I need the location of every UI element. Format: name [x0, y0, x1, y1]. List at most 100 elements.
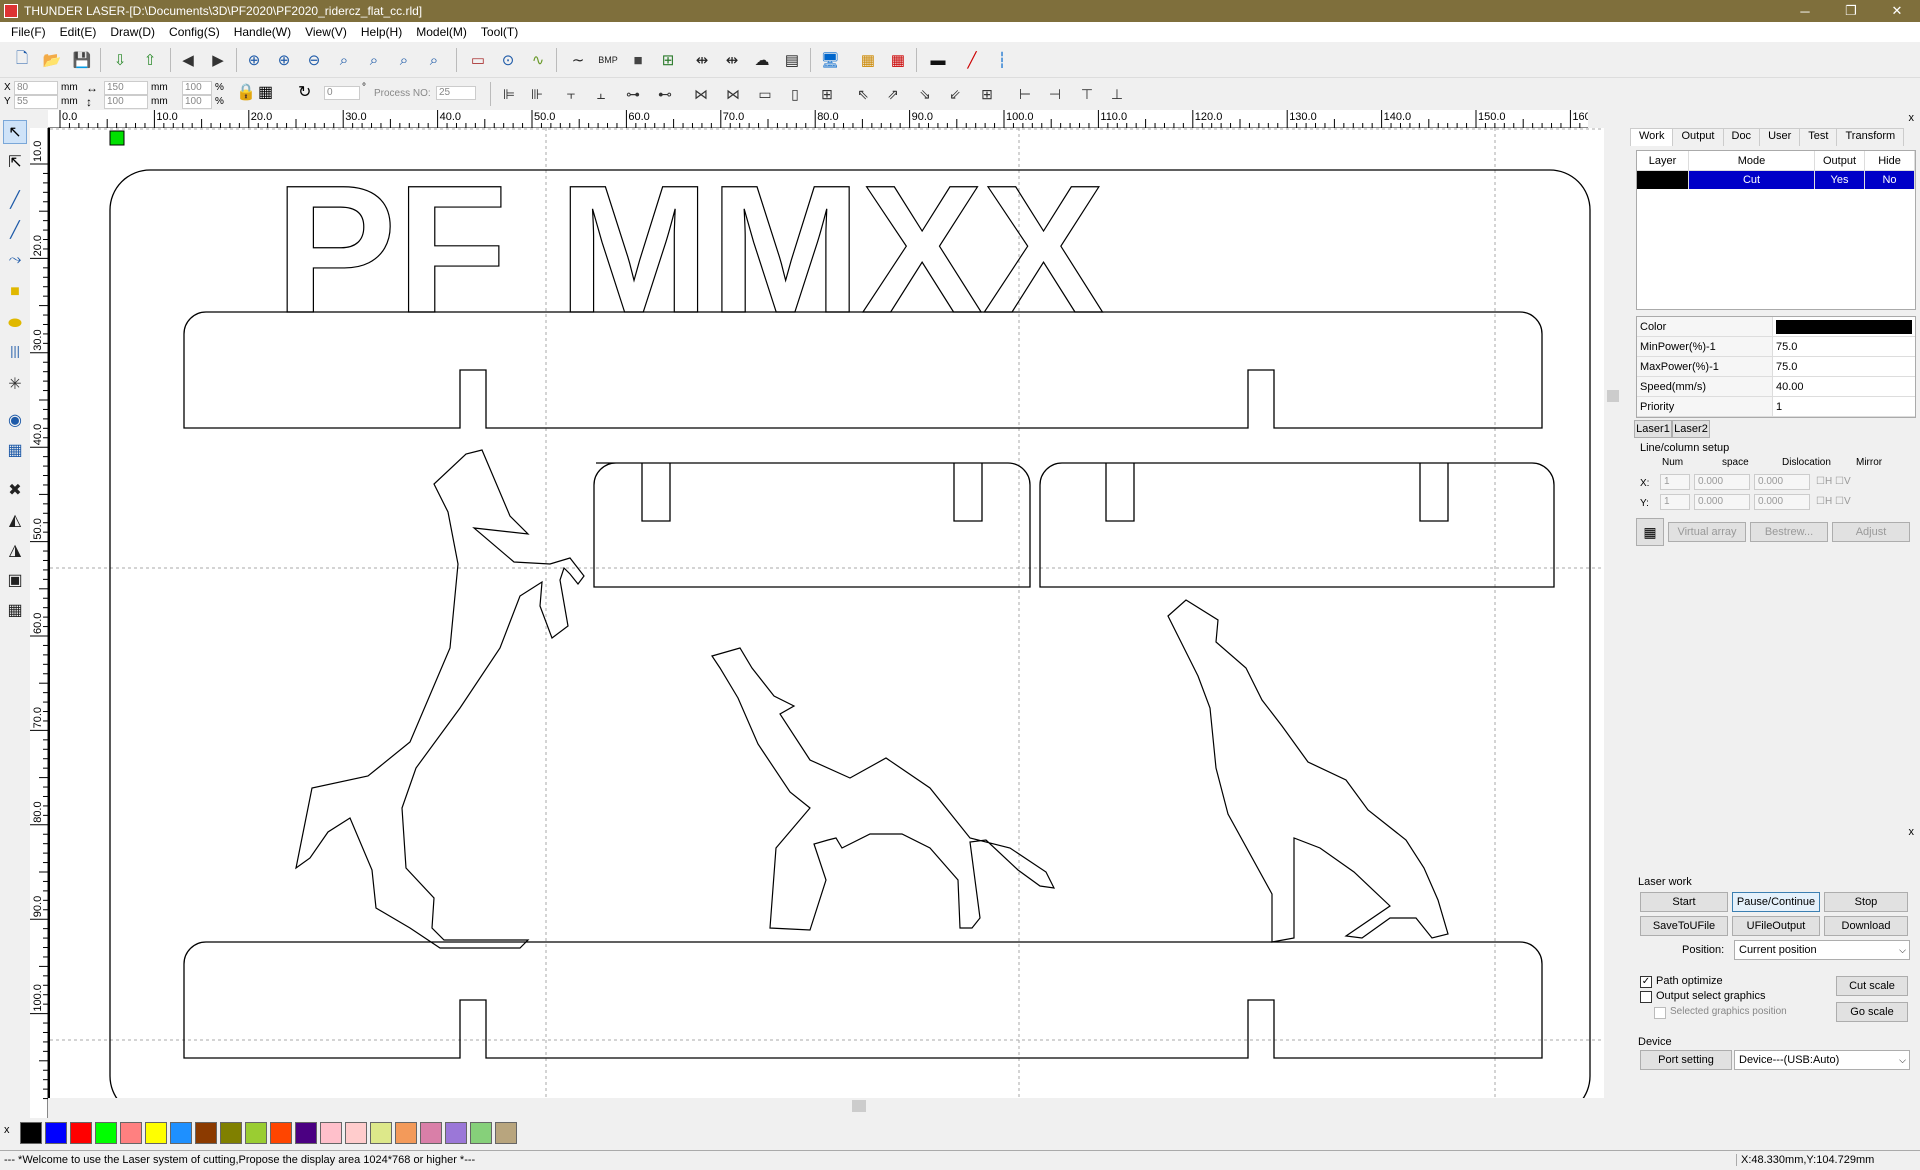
start-button[interactable]: Start	[1640, 892, 1728, 912]
array-tool-icon[interactable]: ▦	[3, 598, 27, 622]
align-vcenter-icon[interactable]: ⊷	[654, 83, 676, 105]
tab-work[interactable]: Work	[1630, 128, 1674, 146]
color-swatch[interactable]	[370, 1122, 392, 1144]
color-swatch[interactable]	[95, 1122, 117, 1144]
scale-y-field[interactable]: 100	[182, 95, 212, 109]
select-tool-icon[interactable]: ↖	[3, 120, 27, 144]
mirror-h-tool-icon[interactable]: ◭	[3, 508, 27, 532]
array-x-space[interactable]: 0.000	[1694, 474, 1750, 490]
prop-speed-value[interactable]: 40.00	[1773, 377, 1915, 396]
rect-select-icon[interactable]: ▭	[466, 48, 490, 72]
y-field[interactable]: 55	[14, 95, 58, 109]
curve-tool-icon[interactable]: ⤳	[3, 248, 27, 272]
vertical-scrollbar[interactable]	[1604, 128, 1622, 1098]
same-height-icon[interactable]: ⋈	[722, 83, 744, 105]
list-icon[interactable]: ▤	[780, 48, 804, 72]
redo-icon[interactable]: ▶	[206, 48, 230, 72]
tab-transform[interactable]: Transform	[1836, 128, 1905, 146]
menu-config[interactable]: Config(S)	[162, 25, 227, 39]
array-x-h[interactable]: ☐H ☐V	[1816, 476, 1851, 487]
selected-pos-checkbox[interactable]	[1654, 1007, 1666, 1019]
menu-model[interactable]: Model(M)	[409, 25, 474, 39]
zoom-select-icon[interactable]: ⌕	[392, 48, 416, 72]
prop-color-value[interactable]	[1773, 317, 1915, 336]
align-hcenter-icon[interactable]: ⊶	[622, 83, 644, 105]
menu-file[interactable]: File(F)	[4, 25, 53, 39]
polyline-tool-icon[interactable]: ╱	[3, 218, 27, 242]
save-icon[interactable]: 💾	[70, 48, 94, 72]
node-edit-tool-icon[interactable]: ⇱	[3, 150, 27, 174]
color-swatch[interactable]	[45, 1122, 67, 1144]
cloud-icon[interactable]: ☁	[750, 48, 774, 72]
scale-x-field[interactable]: 100	[182, 81, 212, 95]
red-light-icon[interactable]: ╱	[960, 48, 984, 72]
array-y-disl[interactable]: 0.000	[1754, 494, 1810, 510]
zoom-out-icon[interactable]: ⊖	[302, 48, 326, 72]
minimize-button[interactable]: ─	[1782, 0, 1828, 22]
node-icon[interactable]: ⊙	[496, 48, 520, 72]
panel-close[interactable]: x	[1909, 112, 1915, 124]
layer-mode[interactable]: Cut	[1689, 171, 1815, 189]
color-swatch[interactable]	[295, 1122, 317, 1144]
tab-user[interactable]: User	[1759, 128, 1801, 146]
array-y-space[interactable]: 0.000	[1694, 494, 1750, 510]
dist-icon[interactable]: ⊞	[976, 83, 998, 105]
maximize-button[interactable]: ❐	[1828, 0, 1874, 22]
device-select[interactable]: Device---(USB:Auto) ⌵	[1734, 1050, 1910, 1070]
array-x-num[interactable]: 1	[1660, 474, 1690, 490]
array-y-num[interactable]: 1	[1660, 494, 1690, 510]
virtual-array-button[interactable]: Virtual array	[1668, 522, 1746, 542]
text-tool-icon[interactable]: ꔖ	[3, 342, 27, 366]
monitor-icon[interactable]: 🖥	[818, 48, 842, 72]
array-y-h[interactable]: ☐H ☐V	[1816, 496, 1851, 507]
rotate-field[interactable]: 0	[324, 86, 360, 100]
ruler-icon[interactable]: ┆	[990, 48, 1014, 72]
zoom-all-icon[interactable]: ⌕	[422, 48, 446, 72]
rotate-icon[interactable]: ↻	[298, 82, 311, 102]
hdist2-icon[interactable]: ⊣	[1044, 83, 1066, 105]
curve-icon[interactable]: ∿	[526, 48, 550, 72]
tab-laser2[interactable]: Laser2	[1672, 420, 1710, 438]
prop-minpower-value[interactable]: 75.0	[1773, 337, 1915, 356]
horizontal-scrollbar[interactable]	[48, 1098, 1604, 1114]
color-swatch[interactable]	[245, 1122, 267, 1144]
port-setting-button[interactable]: Port setting	[1640, 1050, 1732, 1070]
color-swatch[interactable]	[270, 1122, 292, 1144]
save-to-ufile-button[interactable]: SaveToUFile	[1640, 916, 1728, 936]
center-icon[interactable]: ▯	[784, 83, 806, 105]
menu-help[interactable]: Help(H)	[354, 25, 409, 39]
v-scroll-thumb[interactable]	[1607, 390, 1619, 402]
width-field[interactable]: 150	[104, 81, 148, 95]
color-swatch[interactable]	[395, 1122, 417, 1144]
menu-view[interactable]: View(V)	[298, 25, 354, 39]
zoom-fit-icon[interactable]: ⌕	[332, 48, 356, 72]
zoom-in2-icon[interactable]: ⊕	[272, 48, 296, 72]
vdist2-icon[interactable]: ⊥	[1106, 83, 1128, 105]
smooth-icon[interactable]: ∼	[566, 48, 590, 72]
new-file-icon[interactable]: 🗋	[10, 48, 34, 72]
tab-test[interactable]: Test	[1799, 128, 1838, 146]
color-swatch[interactable]	[495, 1122, 517, 1144]
ellipse-tool-icon[interactable]: ⬬	[3, 312, 27, 336]
same-width-icon[interactable]: ⋈	[690, 83, 712, 105]
same-size-icon[interactable]: ▭	[754, 83, 776, 105]
adjust-button[interactable]: Adjust	[1832, 522, 1910, 542]
color-swatch[interactable]	[145, 1122, 167, 1144]
x-field[interactable]: 80	[14, 81, 58, 95]
layer-output[interactable]: Yes	[1815, 171, 1865, 189]
delete-tool-icon[interactable]: ✖	[3, 478, 27, 502]
sw-icon[interactable]: ⇙	[944, 83, 966, 105]
work-canvas[interactable]: PF MMXX	[48, 128, 1606, 1117]
align-top-icon[interactable]: ⫟	[560, 83, 582, 105]
grid-tool-icon[interactable]: ▦	[3, 438, 27, 462]
array2-icon[interactable]: ▦	[886, 48, 910, 72]
page-center-icon[interactable]: ⊞	[816, 83, 838, 105]
array-x-disl[interactable]: 0.000	[1754, 474, 1810, 490]
vspace-icon[interactable]: ⇹	[720, 48, 744, 72]
tab-output[interactable]: Output	[1672, 128, 1724, 146]
color-swatch[interactable]	[345, 1122, 367, 1144]
align-left-icon[interactable]: ⊫	[498, 83, 520, 105]
layer-row[interactable]: Cut Yes No	[1637, 171, 1915, 189]
laser-icon[interactable]: ▬	[926, 48, 950, 72]
fill-icon[interactable]: ■	[626, 48, 650, 72]
